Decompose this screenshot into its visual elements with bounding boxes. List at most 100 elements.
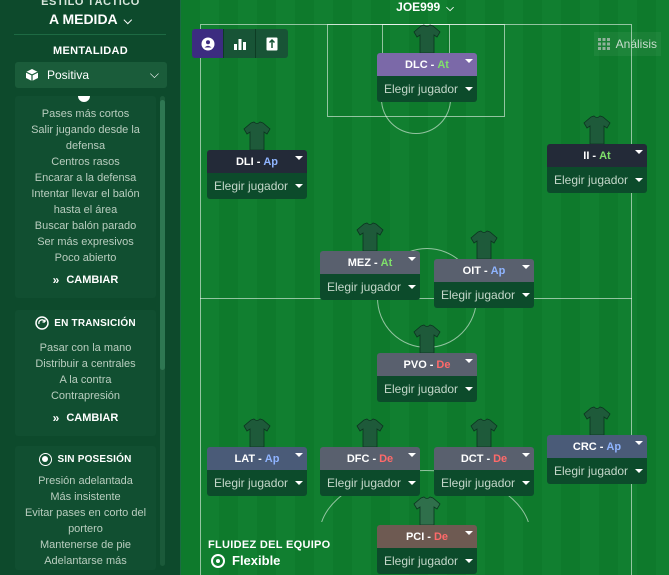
instruction-item: Centros rasos (51, 156, 120, 168)
pick-player-label: Elegir jugador (441, 476, 516, 490)
role-selector-pci[interactable]: PCI - De (377, 525, 477, 548)
player-slot-crc: CRC - Ap Elegir jugador (547, 406, 647, 486)
pick-player-dropdown[interactable]: Elegir jugador (207, 173, 307, 199)
transition-header: EN TRANSICIÓN (15, 310, 156, 336)
chevron-down-icon (465, 531, 473, 535)
pick-player-dropdown[interactable]: Elegir jugador (377, 76, 477, 102)
fluidity-label: FLUIDEZ DEL EQUIPO (208, 539, 331, 551)
pick-player-label: Elegir jugador (214, 476, 289, 490)
role-name: DCT (460, 452, 484, 465)
pick-player-dropdown[interactable]: Elegir jugador (320, 470, 420, 496)
pick-player-dropdown[interactable]: Elegir jugador (207, 470, 307, 496)
pick-player-dropdown[interactable]: Elegir jugador (377, 376, 477, 402)
double-chevron-right-icon: » (52, 411, 60, 425)
mentality-value: Positiva (47, 68, 90, 82)
role-selector-oit[interactable]: OIT - Ap (434, 259, 534, 282)
fluidity-text: Flexible (232, 553, 281, 568)
role-duty: Ap (263, 155, 279, 168)
out-of-possession-card: SIN POSESIÓN Presión adelantada Más insi… (15, 446, 156, 570)
instruction-item: Evitar pases en corto del (24, 507, 147, 519)
chevron-down-icon (408, 285, 416, 289)
instruction-item: hasta el área (53, 204, 118, 216)
instructions-view-button[interactable] (256, 29, 288, 58)
chevron-down-icon (295, 481, 303, 485)
role-selector-lat[interactable]: LAT - Ap (207, 447, 307, 470)
chevron-down-icon: ⌵ (123, 15, 133, 27)
shirt-icon (243, 418, 271, 448)
pitch: JOE999 ⌵ Análisis DLC - At Elegir jugador DLI… (181, 0, 669, 575)
chevron-down-icon (465, 559, 473, 563)
mentality-dropdown[interactable]: Positiva ⌵ (15, 62, 167, 88)
role-separator: - (427, 530, 431, 543)
role-name: LAT (234, 452, 256, 465)
in-possession-card: Pases más cortos Salir jugando desde la … (15, 96, 156, 298)
role-name: DLI (235, 155, 254, 168)
bar-chart-icon (233, 38, 246, 50)
chevron-down-icon (295, 184, 303, 188)
role-name: MEZ (347, 256, 371, 269)
fluidity-value[interactable]: Flexible (211, 553, 280, 568)
pick-player-dropdown[interactable]: Elegir jugador (547, 167, 647, 193)
player-slot-pci: PCI - De Elegir jugador (377, 496, 477, 575)
instruction-item: Buscar balón parado (34, 220, 137, 232)
pick-player-dropdown[interactable]: Elegir jugador (377, 548, 477, 574)
shirt-icon (413, 24, 441, 54)
team-selector[interactable]: JOE999 ⌵ (181, 0, 669, 16)
instruction-item: Ser más expresivos (37, 236, 134, 248)
chevron-down-icon (522, 293, 530, 297)
role-name: DLC (405, 58, 428, 71)
pick-player-label: Elegir jugador (384, 382, 459, 396)
instruction-item: Adelantarse más (44, 555, 127, 567)
role-separator: - (373, 256, 378, 269)
role-selector-dli[interactable]: DLI - Ap (207, 150, 307, 173)
no-possession-title: SIN POSESIÓN (57, 453, 132, 465)
shirt-icon (583, 115, 611, 145)
scrollbar-thumb[interactable] (160, 100, 165, 370)
role-separator: - (430, 58, 435, 71)
player-slot-ii: II - At Elegir jugador (547, 115, 647, 195)
shirt-icon (356, 418, 384, 448)
role-selector-mez[interactable]: MEZ - At (320, 251, 420, 274)
pick-player-label: Elegir jugador (441, 288, 516, 302)
analysis-button[interactable]: Análisis (593, 32, 661, 56)
player-slot-mez: MEZ - At Elegir jugador (320, 222, 420, 302)
role-selector-pvo[interactable]: PVO - De (377, 353, 477, 376)
player-slot-dli: DLI - Ap Elegir jugador (207, 121, 307, 201)
role-duty: At (437, 58, 449, 71)
instruction-item: portero (68, 523, 103, 535)
pick-player-dropdown[interactable]: Elegir jugador (434, 282, 534, 308)
player-slot-dfc: DFC - De Elegir jugador (320, 418, 420, 498)
shirt-icon (470, 418, 498, 448)
chevron-down-icon (465, 87, 473, 91)
pick-player-label: Elegir jugador (384, 82, 459, 96)
instruction-item: Distribuir a centrales (35, 358, 136, 370)
role-separator: - (486, 452, 491, 465)
role-duty: At (599, 149, 611, 162)
cube-icon (25, 69, 39, 81)
pick-player-dropdown[interactable]: Elegir jugador (547, 458, 647, 484)
player-slot-pvo: PVO - De Elegir jugador (377, 324, 477, 404)
chevron-down-icon (522, 265, 530, 269)
instruction-item: Mantenerse de pie (39, 539, 132, 551)
role-selector-crc[interactable]: CRC - Ap (547, 435, 647, 458)
player-view-button[interactable] (192, 29, 224, 58)
role-selector-dlc[interactable]: DLC - At (377, 53, 477, 76)
pick-player-dropdown[interactable]: Elegir jugador (434, 470, 534, 496)
shirt-icon (413, 324, 441, 354)
tactical-style-dropdown[interactable]: A MEDIDA ⌵ (0, 11, 181, 28)
analysis-label: Análisis (615, 37, 657, 51)
pick-player-label: Elegir jugador (554, 464, 629, 478)
change-possession-button[interactable]: » CAMBIAR (15, 266, 156, 294)
pick-player-label: Elegir jugador (554, 173, 629, 187)
stats-view-button[interactable] (224, 29, 256, 58)
role-selector-dfc[interactable]: DFC - De (320, 447, 420, 470)
change-transition-button[interactable]: » CAMBIAR (15, 404, 156, 432)
view-toolbar (192, 29, 288, 58)
instruction-item: Contrapresión (50, 390, 121, 402)
role-selector-dct[interactable]: DCT - De (434, 447, 534, 470)
role-selector-ii[interactable]: II - At (547, 144, 647, 167)
pick-player-dropdown[interactable]: Elegir jugador (320, 274, 420, 300)
change-button-label: CAMBIAR (66, 274, 119, 286)
role-separator: - (372, 452, 377, 465)
instruction-item: Pases más cortos (41, 108, 130, 120)
